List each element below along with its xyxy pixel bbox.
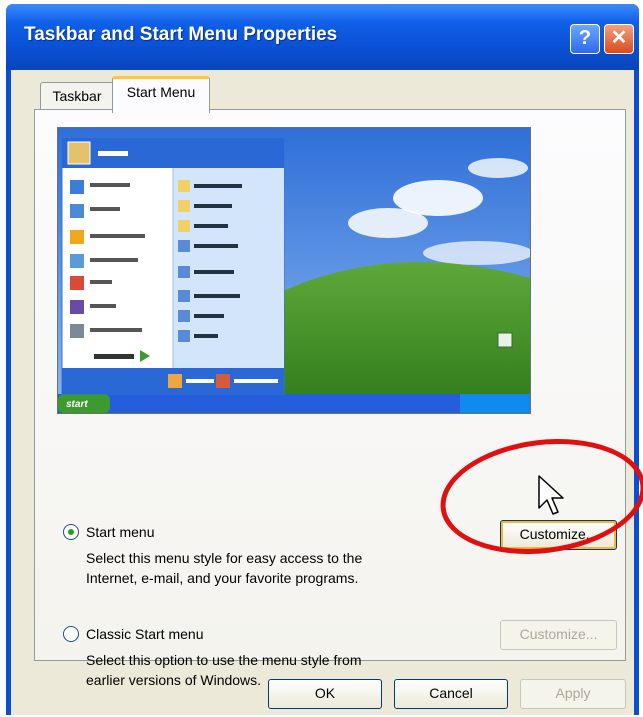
classic-start-menu-radio[interactable]: Classic Start menu	[63, 626, 203, 642]
tab-panel: start Start menu Select this menu style …	[34, 109, 626, 688]
preview-image: start	[58, 128, 530, 413]
classic-customize-button[interactable]: Customize...	[500, 620, 617, 650]
start-menu-desc-line2: Internet, e-mail, and your favorite prog…	[86, 570, 359, 586]
question-icon: ?	[578, 27, 592, 49]
ok-button[interactable]: OK	[268, 679, 382, 709]
window-title: Taskbar and Start Menu Properties	[24, 24, 338, 45]
cancel-button[interactable]: Cancel	[394, 679, 508, 709]
start-menu-preview: start	[57, 127, 531, 414]
start-menu-label: Start menu	[86, 524, 155, 540]
close-button[interactable]: ✕	[604, 24, 634, 54]
tab-start-menu[interactable]: Start Menu	[112, 76, 210, 113]
classic-desc-line1: Select this option to use the menu style…	[86, 652, 362, 668]
apply-button[interactable]: Apply	[520, 679, 626, 709]
preview-start-label: start	[66, 399, 88, 410]
properties-window: Taskbar and Start Menu Properties ? ✕ Ta…	[6, 4, 639, 715]
help-button[interactable]: ?	[570, 24, 600, 54]
start-menu-desc-line1: Select this menu style for easy access t…	[86, 550, 363, 566]
radio-selected-icon[interactable]	[63, 524, 79, 540]
title-bar[interactable]: Taskbar and Start Menu Properties ? ✕	[6, 4, 639, 70]
classic-start-menu-label: Classic Start menu	[86, 626, 204, 642]
close-icon: ✕	[610, 27, 628, 49]
tab-taskbar[interactable]: Taskbar	[40, 82, 114, 111]
start-menu-radio[interactable]: Start menu	[63, 524, 154, 540]
start-menu-description: Select this menu style for easy access t…	[86, 548, 362, 588]
radio-unselected-icon[interactable]	[63, 626, 79, 642]
mouse-pointer-icon	[538, 475, 564, 515]
dialog-body: Taskbar Start Menu start Start menu Sele…	[11, 70, 634, 715]
